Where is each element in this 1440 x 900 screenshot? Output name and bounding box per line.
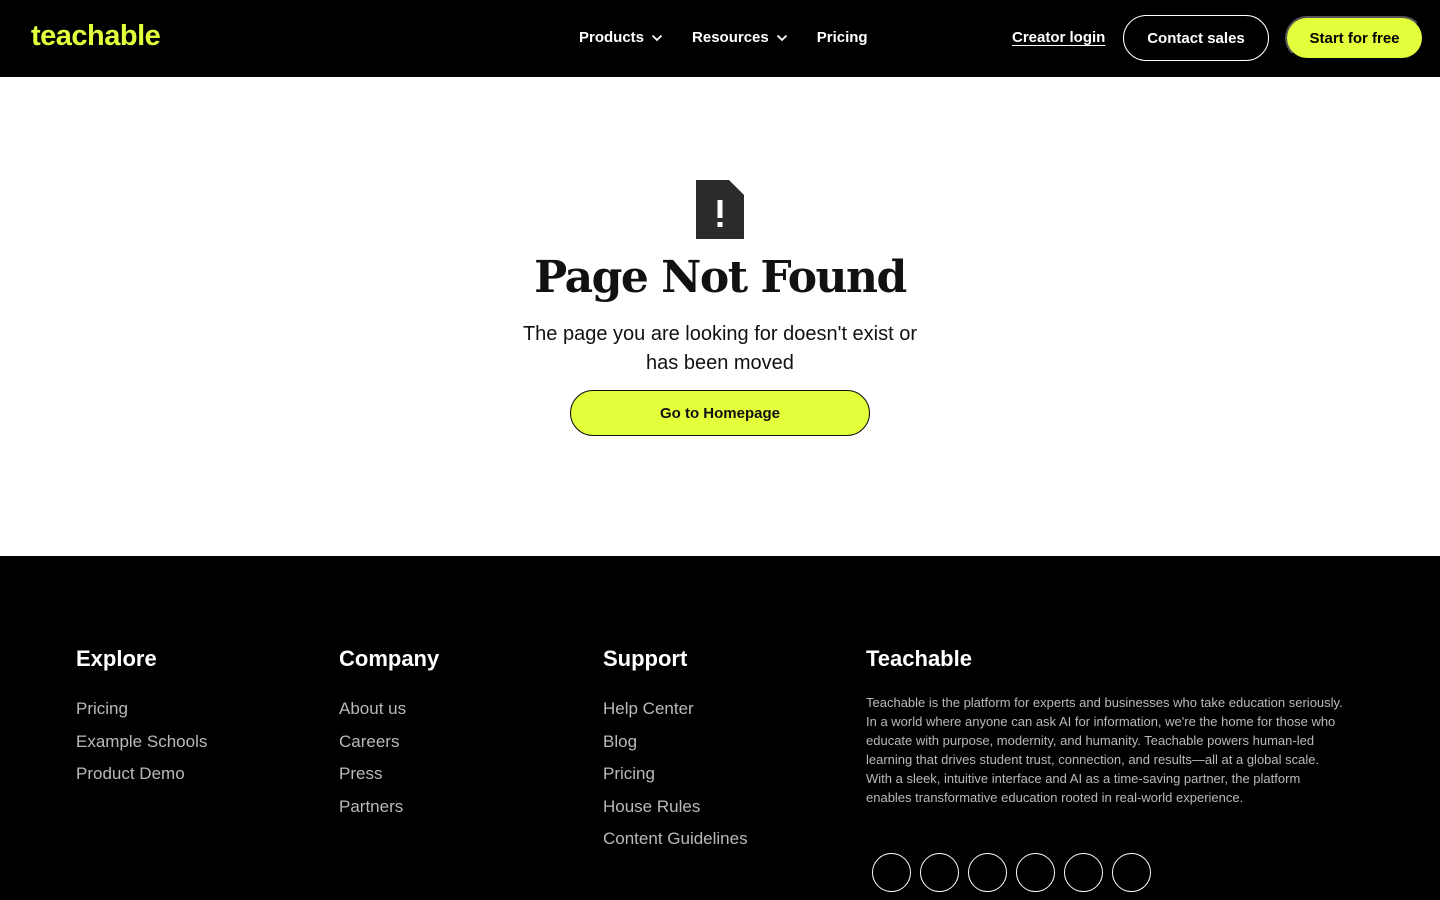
nav-resources[interactable]: Resources [692,29,788,46]
footer-company-heading: Company [339,646,440,671]
contact-sales-button[interactable]: Contact sales [1123,15,1269,61]
teachable-logo[interactable]: teachable [31,20,161,53]
footer-link-press[interactable]: Press [339,764,439,784]
footer-link-pricing[interactable]: Pricing [76,699,207,719]
start-for-free-button[interactable]: Start for free [1285,16,1424,60]
nav-resources-label: Resources [692,29,769,46]
footer-support-heading: Support [603,646,688,671]
chevron-down-icon [651,34,663,41]
footer-link-blog[interactable]: Blog [603,732,748,752]
footer-support-column: Support Help Center Blog Pricing House R… [603,646,748,862]
social-links [872,853,1151,892]
footer-company-column: Company About us Careers Press Partners [339,646,439,829]
footer-link-house-rules[interactable]: House Rules [603,797,748,817]
footer-explore-heading: Explore [76,646,157,671]
nav-pricing-label: Pricing [816,29,868,46]
page-subtitle: The page you are looking for doesn't exi… [522,323,918,374]
footer-about-text: Teachable is the platform for experts an… [866,695,1343,805]
footer-link-content-guidelines[interactable]: Content Guidelines [603,829,748,849]
creator-login-link[interactable]: Creator login [1012,29,1105,46]
footer-link-careers[interactable]: Careers [339,732,439,752]
footer-link-help-center[interactable]: Help Center [603,699,748,719]
page-title: Page Not Found [534,252,907,303]
chevron-down-icon [776,34,787,41]
footer-link-about-us[interactable]: About us [339,699,439,719]
social-icon-3[interactable] [968,853,1007,892]
nav-products[interactable]: Products [579,29,663,46]
nav-pricing[interactable]: Pricing [817,29,868,46]
social-icon-6[interactable] [1112,853,1151,892]
social-icon-4[interactable] [1016,853,1055,892]
nav-products-label: Products [579,29,645,46]
footer-link-example-schools[interactable]: Example Schools [76,732,207,752]
social-icon-2[interactable] [920,853,959,892]
footer-link-support-pricing[interactable]: Pricing [603,764,748,784]
footer-link-product-demo[interactable]: Product Demo [76,764,207,784]
go-to-homepage-button[interactable]: Go to Homepage [570,390,870,436]
top-navigation-bar: teachable Products Resources Pricing Cre… [0,0,1440,77]
social-icon-5[interactable] [1064,853,1103,892]
footer-teachable-column: Teachable [866,646,972,699]
social-icon-1[interactable] [872,853,911,892]
footer-link-partners[interactable]: Partners [339,797,439,817]
document-alert-icon [696,180,744,239]
site-footer: Explore Pricing Example Schools Product … [0,556,1440,900]
footer-explore-column: Explore Pricing Example Schools Product … [76,646,207,797]
main-nav: Products Resources Pricing [579,29,868,46]
footer-teachable-heading: Teachable [866,646,972,671]
